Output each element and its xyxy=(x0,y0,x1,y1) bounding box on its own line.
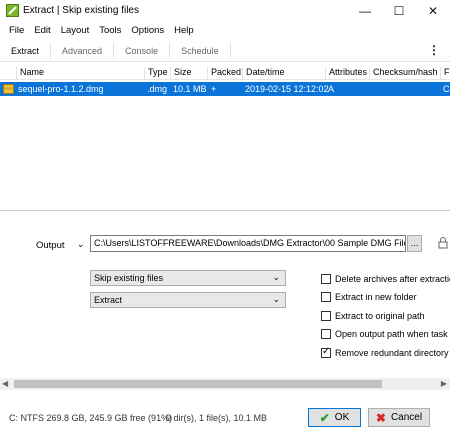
file-list-header: Name Type Size Packed Date/time Attribut… xyxy=(0,65,450,80)
checkbox-open-output-path[interactable]: Open output path when task xyxy=(321,329,448,339)
menu-options[interactable]: Options xyxy=(126,25,169,36)
checkbox-label: Delete archives after extractio xyxy=(335,274,450,284)
checkbox-label: Extract to original path xyxy=(335,311,425,321)
column-checksum[interactable]: Checksum/hash xyxy=(369,67,438,80)
toolbar: Extract Advanced Console Schedule ⋮ xyxy=(0,40,450,62)
column-attributes[interactable]: Attributes xyxy=(325,67,367,80)
chevron-down-icon: ⌄ xyxy=(272,294,280,304)
menu-help[interactable]: Help xyxy=(169,25,199,36)
checkbox-box[interactable] xyxy=(321,329,331,339)
cell-datetime: 2019-02-15 12:12:02 xyxy=(245,84,329,94)
scroll-left-icon[interactable]: ◀ xyxy=(2,379,8,388)
ok-label: OK xyxy=(334,412,350,423)
maximize-button[interactable]: ☐ xyxy=(382,0,416,22)
window-title: Extract | Skip existing files xyxy=(23,5,139,16)
tab-schedule[interactable]: Schedule xyxy=(170,42,231,59)
cancel-label: Cancel xyxy=(390,412,423,423)
tab-console[interactable]: Console xyxy=(114,42,171,59)
checkbox-box[interactable] xyxy=(321,346,331,358)
browse-button[interactable]: ... xyxy=(407,235,422,252)
menu-edit[interactable]: Edit xyxy=(29,25,55,36)
menu-bar: File Edit Layout Tools Options Help xyxy=(0,22,450,39)
column-datetime[interactable]: Date/time xyxy=(242,67,285,80)
checkbox-label: Extract in new folder xyxy=(335,292,417,302)
checkbox-label: Open output path when task xyxy=(335,329,448,339)
action-select[interactable]: Extract ⌄ xyxy=(90,292,286,308)
cell-packed: + xyxy=(211,84,217,94)
checkbox-box[interactable] xyxy=(321,311,331,321)
cell-size: 10.1 MB xyxy=(173,84,207,94)
cell-attributes: A xyxy=(328,84,335,94)
checkbox-box[interactable] xyxy=(321,292,331,302)
checkbox-remove-redundant-directory[interactable]: Remove redundant directory xyxy=(321,346,449,358)
output-history-chevron-icon[interactable]: ⌄ xyxy=(77,239,85,250)
lock-icon[interactable] xyxy=(438,237,448,249)
column-packed[interactable]: Packed xyxy=(207,67,241,80)
column-type[interactable]: Type xyxy=(144,67,168,80)
checkmark-icon: ✔ xyxy=(319,410,330,425)
minimize-button[interactable]: — xyxy=(348,0,382,22)
column-fi[interactable]: Fi xyxy=(440,67,450,80)
cell-type: .dmg xyxy=(147,84,168,94)
menu-tools[interactable]: Tools xyxy=(94,25,126,36)
tab-advanced[interactable]: Advanced xyxy=(51,42,115,59)
output-label: Output xyxy=(36,240,65,251)
chevron-down-icon: ⌄ xyxy=(272,272,280,282)
more-options-icon[interactable]: ⋮ xyxy=(428,43,440,57)
archive-file-icon xyxy=(3,84,14,94)
checkbox-delete-archives[interactable]: Delete archives after extractio xyxy=(321,274,450,284)
close-button[interactable]: ✕ xyxy=(416,0,450,22)
menu-file[interactable]: File xyxy=(4,25,29,36)
scroll-thumb[interactable] xyxy=(14,380,382,388)
output-path-field[interactable]: C:\Users\LISTOFFREEWARE\Downloads\DMG Ex… xyxy=(90,235,406,252)
selection-status: 0 dir(s), 1 file(s), 10.1 MB xyxy=(166,413,268,423)
checkbox-box[interactable] xyxy=(321,274,331,284)
scroll-right-icon[interactable]: ▶ xyxy=(441,379,447,388)
overwrite-mode-select[interactable]: Skip existing files ⌄ xyxy=(90,270,286,286)
cell-name: sequel-pro-1.1.2.dmg xyxy=(18,84,104,94)
cell-fi: C xyxy=(443,84,450,94)
checkbox-extract-original-path[interactable]: Extract to original path xyxy=(321,311,425,321)
table-row[interactable]: sequel-pro-1.1.2.dmg .dmg 10.1 MB + 2019… xyxy=(0,82,450,96)
column-name[interactable]: Name xyxy=(16,67,44,80)
tab-extract[interactable]: Extract xyxy=(0,42,52,59)
cross-icon: ✖ xyxy=(375,410,386,425)
pane-divider[interactable] xyxy=(0,210,450,211)
column-size[interactable]: Size xyxy=(170,67,192,80)
overwrite-mode-value: Skip existing files xyxy=(94,273,164,283)
menu-layout[interactable]: Layout xyxy=(56,25,95,36)
checkbox-extract-new-folder[interactable]: Extract in new folder xyxy=(321,292,417,302)
drive-status: C: NTFS 269.8 GB, 245.9 GB free (91%) xyxy=(9,413,173,423)
file-list[interactable]: sequel-pro-1.1.2.dmg .dmg 10.1 MB + 2019… xyxy=(0,81,450,210)
checkbox-label: Remove redundant directory xyxy=(335,348,449,358)
ok-button[interactable]: ✔ OK xyxy=(308,408,361,427)
cancel-button[interactable]: ✖ Cancel xyxy=(368,408,430,427)
action-value: Extract xyxy=(94,295,123,305)
title-bar: Extract | Skip existing files — ☐ ✕ xyxy=(0,0,450,22)
app-icon xyxy=(6,4,19,17)
horizontal-scrollbar[interactable]: ◀ ▶ xyxy=(0,378,450,390)
